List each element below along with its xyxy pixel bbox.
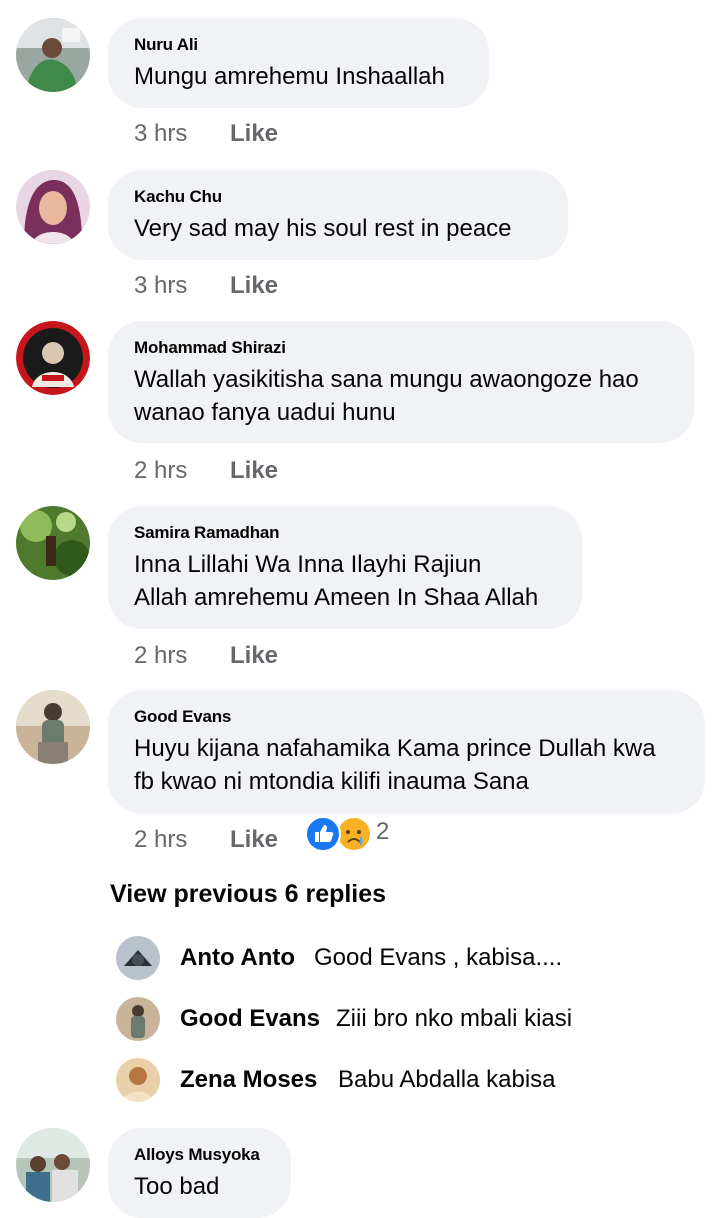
reply-author[interactable]: Anto Anto (180, 944, 295, 972)
comment-meta: 3 hrs Like (134, 272, 278, 300)
avatar[interactable] (16, 170, 90, 244)
comment-text: Mungu amrehemu Inshaallah (134, 63, 445, 90)
comment-bubble[interactable]: Nuru Ali Mungu amrehemu Inshaallah (108, 18, 489, 108)
comment-meta: 2 hrs Like (134, 826, 278, 854)
like-button[interactable]: Like (230, 272, 278, 300)
avatar[interactable] (16, 506, 90, 580)
comment-text: Very sad may his soul rest in peace (134, 215, 512, 242)
comment-author[interactable]: Kachu Chu (134, 187, 542, 207)
comment-text-line: Allah amrehemu Ameen In Shaa Allah (134, 584, 539, 611)
comment-bubble[interactable]: Good Evans Huyu kijana nafahamika Kama p… (108, 690, 705, 814)
reply-author[interactable]: Good Evans (180, 1005, 320, 1033)
comment-text-line: Inna Lillahi Wa Inna Ilayhi Rajiun (134, 551, 482, 578)
reaction-icons (305, 816, 370, 852)
reply-avatar[interactable] (116, 936, 160, 980)
reply-avatar[interactable] (116, 1058, 160, 1102)
comment-bubble[interactable]: Kachu Chu Very sad may his soul rest in … (108, 170, 568, 260)
comment-text-line: Huyu kijana nafahamika Kama prince Dulla… (134, 735, 656, 762)
comment-time[interactable]: 2 hrs (134, 826, 187, 854)
like-button[interactable]: Like (230, 642, 278, 670)
like-button[interactable]: Like (230, 120, 278, 148)
reaction-summary[interactable]: 2 (304, 816, 404, 852)
reply-item[interactable]: Anto Anto Good Evans , kabisa.... (116, 936, 696, 980)
comment-text: Too bad (134, 1173, 220, 1200)
reply-text: Babu Abdalla kabisa (338, 1066, 556, 1093)
comment-author[interactable]: Nuru Ali (134, 35, 463, 55)
comment-time[interactable]: 3 hrs (134, 120, 187, 148)
comment-author[interactable]: Mohammad Shirazi (134, 338, 668, 358)
avatar[interactable] (16, 321, 90, 395)
reaction-count[interactable]: 2 (376, 818, 389, 846)
reply-text: Ziii bro nko mbali kiasi (336, 1005, 573, 1032)
view-previous-replies-link[interactable]: View previous 6 replies (110, 880, 386, 909)
avatar[interactable] (16, 18, 90, 92)
comment-text-line: Wallah yasikitisha sana mungu awaongoze … (134, 366, 639, 393)
sad-reaction-icon (338, 818, 370, 850)
comment-bubble[interactable]: Mohammad Shirazi Wallah yasikitisha sana… (108, 321, 694, 443)
like-button[interactable]: Like (230, 826, 278, 854)
comment-text-line: wanao fanya uadui hunu (134, 399, 396, 426)
comment-bubble[interactable]: Alloys Musyoka Too bad (108, 1128, 291, 1218)
reply-item[interactable]: Good Evans Ziii bro nko mbali kiasi (116, 997, 696, 1041)
reply-item[interactable]: Zena Moses Babu Abdalla kabisa (116, 1058, 696, 1102)
reply-avatar[interactable] (116, 997, 160, 1041)
avatar[interactable] (16, 1128, 90, 1202)
comment-author[interactable]: Good Evans (134, 707, 679, 727)
reply-text: Good Evans , kabisa.... (314, 944, 563, 971)
comment-author[interactable]: Alloys Musyoka (134, 1145, 265, 1165)
avatar[interactable] (16, 690, 90, 764)
comment-author[interactable]: Samira Ramadhan (134, 523, 556, 543)
comment-bubble[interactable]: Samira Ramadhan Inna Lillahi Wa Inna Ila… (108, 506, 582, 629)
comment-time[interactable]: 2 hrs (134, 457, 187, 485)
like-button[interactable]: Like (230, 457, 278, 485)
comment-meta: 3 hrs Like (134, 120, 278, 148)
comment-meta: 2 hrs Like (134, 642, 278, 670)
comment-time[interactable]: 3 hrs (134, 272, 187, 300)
comment-meta: 2 hrs Like (134, 457, 278, 485)
reply-author[interactable]: Zena Moses (180, 1066, 317, 1094)
comment-time[interactable]: 2 hrs (134, 642, 187, 670)
comment-text-line: fb kwao ni mtondia kilifi inauma Sana (134, 768, 529, 795)
